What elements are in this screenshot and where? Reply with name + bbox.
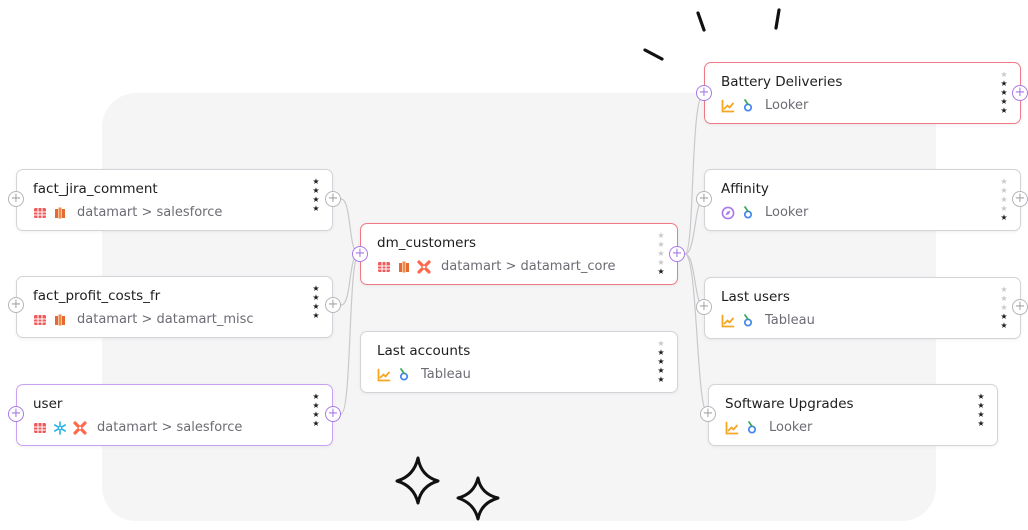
node-last-accounts[interactable]: Last accounts Tableau ★ ★ ★ ★ ★ <box>360 331 678 393</box>
node-battery-deliveries[interactable]: Battery Deliveries Looker ★ ★ ★ ★ ★ <box>704 62 1021 124</box>
expand-port-right-fact-jira[interactable]: + <box>325 191 341 207</box>
node-dm-customers[interactable]: dm_customers datamart > datamart_core ★ ★… <box>360 223 678 285</box>
table-icon <box>34 422 46 433</box>
rating-stars: ★ ★ ★ ★ ★ <box>657 231 665 276</box>
redshift-icon <box>55 207 65 218</box>
node-path: Tableau <box>421 367 471 382</box>
table-icon <box>34 314 46 325</box>
chart-icon <box>725 421 739 434</box>
snowflake-icon <box>54 420 66 435</box>
expand-port-right-fact-profit[interactable]: + <box>325 297 341 313</box>
expand-port-right-last-users[interactable]: + <box>1012 299 1028 315</box>
chart-icon <box>721 314 735 327</box>
rating-stars: ★ ★ ★ ★ <box>312 392 320 428</box>
tableau-icon <box>743 313 753 327</box>
rating-stars: ★ ★ ★ ★ ★ <box>1000 285 1008 330</box>
rating-stars: ★ ★ ★ ★ <box>312 284 320 320</box>
node-path: Looker <box>769 420 813 435</box>
node-path: datamart > datamart_misc <box>77 312 254 327</box>
node-path: Looker <box>765 98 809 113</box>
node-software-upgrades[interactable]: Software Upgrades Looker ★ ★ ★ ★ <box>708 384 998 446</box>
dbt-icon <box>417 259 431 274</box>
expand-port-left-fact-profit[interactable]: + <box>8 297 24 313</box>
node-title: fact_profit_costs_fr <box>33 288 161 304</box>
node-title: fact_jira_comment <box>33 181 158 197</box>
chart-icon <box>721 99 735 112</box>
expand-port-right-battery[interactable]: + <box>1012 85 1028 101</box>
table-icon <box>34 207 46 218</box>
redshift-icon <box>399 261 409 272</box>
expand-port-left-battery[interactable]: + <box>696 85 712 101</box>
chart-icon <box>377 368 391 381</box>
looker-icon <box>747 420 757 434</box>
table-icon <box>378 261 390 272</box>
node-title: Battery Deliveries <box>721 74 843 90</box>
expand-port-right-dm-customers[interactable]: + <box>669 246 685 262</box>
node-path: Tableau <box>765 313 815 328</box>
compass-icon <box>721 206 735 219</box>
looker-icon <box>743 205 753 219</box>
node-path: datamart > datamart_core <box>441 259 616 274</box>
tableau-icon <box>399 367 409 381</box>
node-user[interactable]: user datamart > salesforce ★ ★ ★ ★ <box>16 384 333 446</box>
rating-stars: ★ ★ ★ ★ ★ <box>657 339 665 384</box>
expand-port-right-affinity[interactable]: + <box>1012 191 1028 207</box>
node-title: Affinity <box>721 181 769 197</box>
node-title: Last users <box>721 289 790 305</box>
node-fact-profit-costs-fr[interactable]: fact_profit_costs_fr datamart > datamart… <box>16 276 333 338</box>
rating-stars: ★ ★ ★ ★ <box>977 392 985 428</box>
rating-stars: ★ ★ ★ ★ ★ <box>1000 177 1008 222</box>
redshift-icon <box>55 314 65 325</box>
rating-stars: ★ ★ ★ ★ ★ <box>1000 70 1008 115</box>
lineage-canvas: fact_jira_comment datamart > salesforce … <box>0 0 1028 530</box>
node-title: Software Upgrades <box>725 396 854 412</box>
node-affinity[interactable]: Affinity Looker ★ ★ ★ ★ ★ <box>704 169 1021 231</box>
node-title: Last accounts <box>377 343 471 359</box>
expand-port-left-user[interactable]: + <box>8 406 24 422</box>
node-path: Looker <box>765 205 809 220</box>
expand-port-left-last-users[interactable]: + <box>696 299 712 315</box>
expand-port-right-user[interactable]: + <box>325 406 341 422</box>
node-title: user <box>33 396 63 412</box>
looker-icon <box>743 98 753 112</box>
node-last-users[interactable]: Last users Tableau ★ ★ ★ ★ ★ <box>704 277 1021 339</box>
dbt-icon <box>73 420 87 435</box>
node-path: datamart > salesforce <box>97 420 243 435</box>
expand-port-left-affinity[interactable]: + <box>696 191 712 207</box>
node-path: datamart > salesforce <box>77 205 223 220</box>
node-title: dm_customers <box>377 235 477 251</box>
expand-port-left-dm-customers[interactable]: + <box>352 246 368 262</box>
expand-port-left-fact-jira[interactable]: + <box>8 191 24 207</box>
expand-port-left-software[interactable]: + <box>700 406 716 422</box>
node-fact-jira-comment[interactable]: fact_jira_comment datamart > salesforce … <box>16 169 333 231</box>
edge-fact-profit-to-dm-customers <box>340 253 360 306</box>
rating-stars: ★ ★ ★ ★ <box>312 177 320 213</box>
